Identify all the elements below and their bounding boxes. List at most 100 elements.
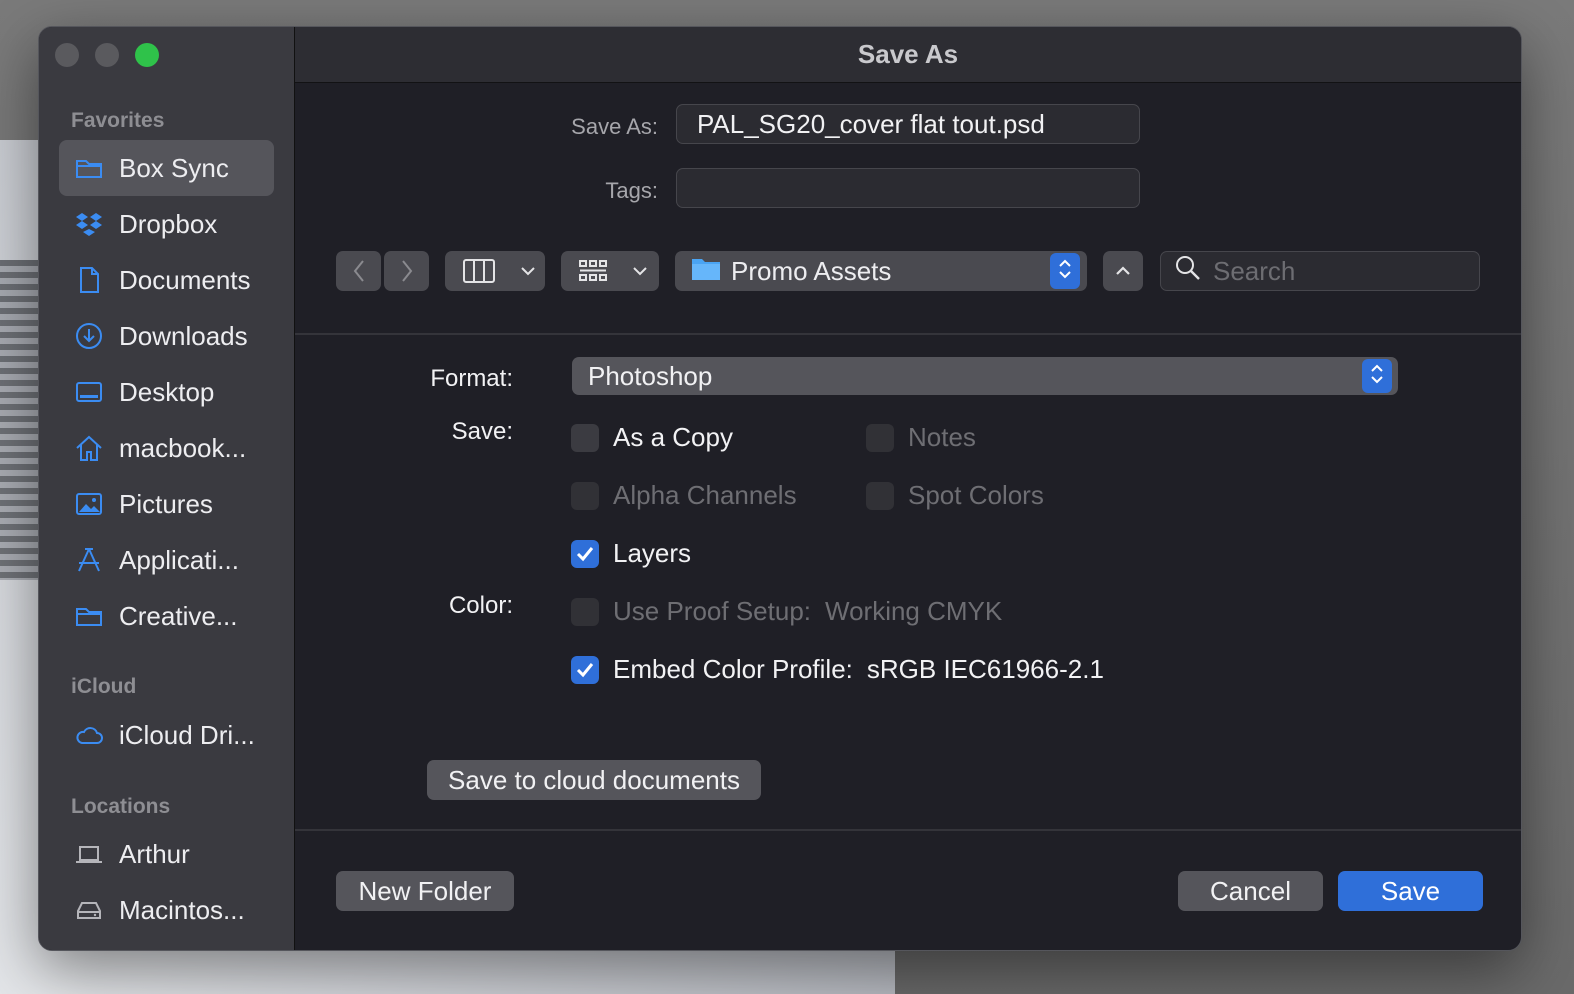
location-label: Promo Assets <box>731 255 892 286</box>
applications-icon <box>73 544 105 576</box>
toolbar-divider <box>295 333 1521 335</box>
sidebar-item-label: iCloud Dri... <box>119 719 255 750</box>
disk-icon <box>73 894 105 926</box>
save-to-cloud-button[interactable]: Save to cloud documents <box>427 760 761 800</box>
chevron-down-icon <box>633 266 647 276</box>
checkmark-icon <box>571 539 599 568</box>
layers-label: Layers <box>613 538 692 568</box>
tags-field[interactable] <box>676 168 1140 208</box>
color-profile-value: sRGB IEC61966-2.1 <box>866 654 1104 684</box>
sidebar-item-label: Applicati... <box>119 544 239 575</box>
home-icon <box>73 432 105 464</box>
cloud-icon <box>73 719 105 751</box>
checkbox-box <box>571 481 599 510</box>
sidebar-item-label: Box Sync <box>119 152 229 183</box>
sidebar-item-icloud-drive[interactable]: iCloud Dri... <box>59 707 274 763</box>
laptop-icon <box>73 838 105 870</box>
view-mode-button[interactable] <box>445 251 545 291</box>
sidebar-item-macintosh[interactable]: Macintos... <box>59 882 274 938</box>
favorites-section-title: Favorites <box>71 109 165 132</box>
forward-button[interactable] <box>384 251 429 291</box>
sidebar-item-label: Documents <box>119 264 251 295</box>
search-placeholder: Search <box>1213 255 1296 286</box>
location-popup[interactable]: Promo Assets <box>675 251 1087 291</box>
document-icon <box>73 264 105 296</box>
dialog-title: Save As <box>295 27 1521 83</box>
window-controls <box>55 43 159 67</box>
save-options-label: Save: <box>451 418 513 445</box>
embed-color-profile-checkbox[interactable]: Embed Color Profile: sRGB IEC61966-2.1 <box>571 654 1104 685</box>
sidebar-item-box-sync[interactable]: Box Sync <box>59 140 274 196</box>
sidebar-item-creative[interactable]: Creative... <box>59 588 274 644</box>
columns-view-icon <box>463 259 495 283</box>
checkbox-box <box>866 481 894 510</box>
icloud-section-title: iCloud <box>71 675 137 698</box>
locations-section-title: Locations <box>71 795 171 818</box>
chevron-down-icon <box>521 266 535 276</box>
desktop-icon <box>73 376 105 408</box>
expand-collapse-button[interactable] <box>1103 251 1143 291</box>
alpha-channels-label: Alpha Channels <box>613 480 797 510</box>
close-window-button[interactable] <box>55 43 79 67</box>
sidebar-item-label: Dropbox <box>119 208 218 239</box>
sidebar-item-desktop[interactable]: Desktop <box>59 364 274 420</box>
format-label: Format: <box>430 365 513 392</box>
format-popup[interactable]: Photoshop <box>572 357 1398 395</box>
back-button[interactable] <box>336 251 381 291</box>
folder-icon <box>73 600 105 632</box>
notes-checkbox: Notes <box>866 422 976 453</box>
as-a-copy-checkbox[interactable]: As a Copy <box>571 422 733 453</box>
sidebar-item-label: macbook... <box>119 432 247 463</box>
save-as-label: Save As: <box>571 114 658 139</box>
sidebar-item-label: Downloads <box>119 320 248 351</box>
tags-label: Tags: <box>605 178 658 203</box>
save-as-dialog: Favorites Box Sync Dropbox Documents Dow… <box>38 26 1522 951</box>
filename-field[interactable]: PAL_SG20_cover flat tout.psd <box>676 104 1140 144</box>
zoom-window-button[interactable] <box>135 43 159 67</box>
pictures-icon <box>73 488 105 520</box>
spot-colors-label: Spot Colors <box>908 480 1044 510</box>
alpha-channels-checkbox: Alpha Channels <box>571 480 797 511</box>
sidebar-item-label: Pictures <box>119 488 213 519</box>
layers-checkbox[interactable]: Layers <box>571 538 691 569</box>
embed-color-profile-label: Embed Color Profile: <box>613 654 853 684</box>
sidebar-item-dropbox[interactable]: Dropbox <box>59 196 274 252</box>
sidebar-item-applications[interactable]: Applicati... <box>59 532 274 588</box>
checkbox-box <box>571 597 599 626</box>
format-stepper[interactable] <box>1362 359 1392 393</box>
sidebar-item-documents[interactable]: Documents <box>59 252 274 308</box>
grid-icon <box>579 259 607 283</box>
search-field[interactable]: Search <box>1160 251 1480 291</box>
sidebar-item-home[interactable]: macbook... <box>59 420 274 476</box>
minimize-window-button[interactable] <box>95 43 119 67</box>
chevron-up-icon <box>1115 266 1131 276</box>
checkbox-box <box>866 423 894 452</box>
use-proof-setup-checkbox: Use Proof Setup: Working CMYK <box>571 596 1002 627</box>
location-stepper[interactable] <box>1050 253 1080 289</box>
main-pane: Save As Save As: PAL_SG20_cover flat tou… <box>295 27 1521 950</box>
checkbox-box <box>571 423 599 452</box>
group-button[interactable] <box>561 251 659 291</box>
sidebar-item-label: Arthur <box>119 838 190 869</box>
notes-label: Notes <box>908 422 976 452</box>
new-folder-button[interactable]: New Folder <box>336 871 514 911</box>
folder-icon <box>691 255 721 288</box>
search-icon <box>1175 255 1201 288</box>
sidebar-item-label: Desktop <box>119 376 215 407</box>
footer-divider <box>295 829 1521 831</box>
proof-setup-value: Working CMYK <box>825 596 1003 626</box>
as-a-copy-label: As a Copy <box>613 422 733 452</box>
sidebar-item-pictures[interactable]: Pictures <box>59 476 274 532</box>
save-button[interactable]: Save <box>1338 871 1483 911</box>
color-options-label: Color: <box>448 592 513 619</box>
checkmark-icon <box>571 655 599 684</box>
folder-icon <box>73 152 105 184</box>
sidebar-item-downloads[interactable]: Downloads <box>59 308 274 364</box>
sidebar-item-label: Creative... <box>119 600 238 631</box>
chevron-right-icon <box>400 259 414 283</box>
sidebar-item-label: Macintos... <box>119 894 245 925</box>
use-proof-setup-label: Use Proof Setup: <box>613 596 811 626</box>
sidebar-item-arthur[interactable]: Arthur <box>59 826 274 882</box>
cancel-button[interactable]: Cancel <box>1178 871 1323 911</box>
up-down-arrows-icon <box>1057 257 1073 286</box>
